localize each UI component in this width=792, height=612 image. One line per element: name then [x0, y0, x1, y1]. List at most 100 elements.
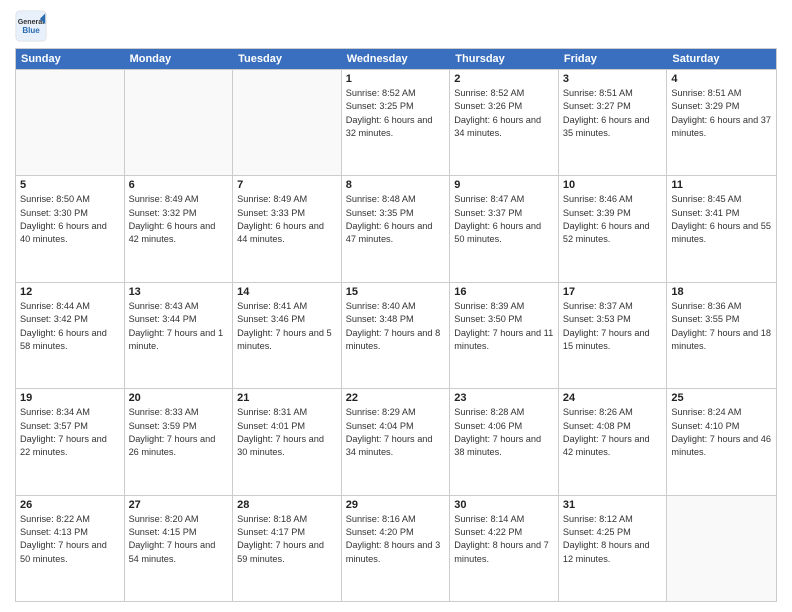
- cal-cell-3-5: 16Sunrise: 8:39 AMSunset: 3:50 PMDayligh…: [450, 283, 559, 388]
- day-number: 7: [237, 179, 337, 191]
- cal-cell-4-3: 21Sunrise: 8:31 AMSunset: 4:01 PMDayligh…: [233, 389, 342, 494]
- cal-cell-3-4: 15 Sunrise: 8:40 AMSunset: 3:48 PMDayligh…: [342, 283, 451, 388]
- cal-cell-4-1: 19 Sunrise: 8:34 AMSunset: 3:57 PMDayligh…: [16, 389, 125, 494]
- calendar-body: 1 Sunrise: 8:52 AMSunset: 3:25 PMDaylight…: [16, 69, 776, 601]
- calendar: SundayMondayTuesdayWednesdayThursdayFrid…: [15, 48, 777, 602]
- cal-cell-4-5: 23 Sunrise: 8:28 AMSunset: 4:06 PMDayligh…: [450, 389, 559, 494]
- cal-cell-2-6: 10 Sunrise: 8:46 AMSunset: 3:39 PMDayligh…: [559, 176, 668, 281]
- day-number: 14: [237, 286, 337, 298]
- day-header-wednesday: Wednesday: [342, 49, 451, 69]
- day-number: 18: [671, 286, 772, 298]
- cal-cell-2-3: 7 Sunrise: 8:49 AMSunset: 3:33 PMDaylight…: [233, 176, 342, 281]
- day-number: 30: [454, 499, 554, 511]
- cal-cell-5-3: 28Sunrise: 8:18 AMSunset: 4:17 PMDayligh…: [233, 496, 342, 601]
- cal-cell-1-7: 4Sunrise: 8:51 AMSunset: 3:29 PMDaylight…: [667, 70, 776, 175]
- day-number: 1: [346, 73, 446, 85]
- day-number: 4: [671, 73, 772, 85]
- day-info: Sunrise: 8:36 AMSunset: 3:55 PMDaylight:…: [671, 300, 772, 353]
- cal-cell-5-2: 27Sunrise: 8:20 AMSunset: 4:15 PMDayligh…: [125, 496, 234, 601]
- day-number: 25: [671, 392, 772, 404]
- week-row-3: 12Sunrise: 8:44 AMSunset: 3:42 PMDayligh…: [16, 282, 776, 388]
- day-info: Sunrise: 8:20 AMSunset: 4:15 PMDaylight:…: [129, 513, 229, 566]
- cal-cell-4-2: 20Sunrise: 8:33 AMSunset: 3:59 PMDayligh…: [125, 389, 234, 494]
- cal-cell-1-5: 2 Sunrise: 8:52 AMSunset: 3:26 PMDaylight…: [450, 70, 559, 175]
- cal-cell-5-5: 30Sunrise: 8:14 AMSunset: 4:22 PMDayligh…: [450, 496, 559, 601]
- day-info: Sunrise: 8:22 AMSunset: 4:13 PMDaylight:…: [20, 513, 120, 566]
- day-header-sunday: Sunday: [16, 49, 125, 69]
- day-header-thursday: Thursday: [450, 49, 559, 69]
- day-number: 26: [20, 499, 120, 511]
- cal-cell-3-3: 14 Sunrise: 8:41 AMSunset: 3:46 PMDayligh…: [233, 283, 342, 388]
- cal-cell-3-7: 18 Sunrise: 8:36 AMSunset: 3:55 PMDayligh…: [667, 283, 776, 388]
- cal-cell-4-7: 25 Sunrise: 8:24 AMSunset: 4:10 PMDayligh…: [667, 389, 776, 494]
- day-info: Sunrise: 8:40 AMSunset: 3:48 PMDaylight:…: [346, 300, 446, 353]
- day-info: Sunrise: 8:12 AMSunset: 4:25 PMDaylight:…: [563, 513, 663, 566]
- day-info: Sunrise: 8:47 AMSunset: 3:37 PMDaylight:…: [454, 193, 554, 246]
- logo: General Blue: [15, 10, 47, 42]
- day-number: 10: [563, 179, 663, 191]
- cal-cell-3-1: 12Sunrise: 8:44 AMSunset: 3:42 PMDayligh…: [16, 283, 125, 388]
- cal-cell-5-7: [667, 496, 776, 601]
- day-number: 23: [454, 392, 554, 404]
- day-info: Sunrise: 8:48 AMSunset: 3:35 PMDaylight:…: [346, 193, 446, 246]
- cal-cell-2-2: 6 Sunrise: 8:49 AMSunset: 3:32 PMDaylight…: [125, 176, 234, 281]
- day-number: 17: [563, 286, 663, 298]
- day-header-tuesday: Tuesday: [233, 49, 342, 69]
- cal-cell-2-7: 11Sunrise: 8:45 AMSunset: 3:41 PMDayligh…: [667, 176, 776, 281]
- week-row-1: 1 Sunrise: 8:52 AMSunset: 3:25 PMDaylight…: [16, 69, 776, 175]
- cal-cell-2-4: 8 Sunrise: 8:48 AMSunset: 3:35 PMDaylight…: [342, 176, 451, 281]
- day-info: Sunrise: 8:28 AMSunset: 4:06 PMDaylight:…: [454, 406, 554, 459]
- cal-cell-4-6: 24 Sunrise: 8:26 AMSunset: 4:08 PMDayligh…: [559, 389, 668, 494]
- day-info: Sunrise: 8:52 AMSunset: 3:25 PMDaylight:…: [346, 87, 446, 140]
- cal-cell-5-1: 26 Sunrise: 8:22 AMSunset: 4:13 PMDayligh…: [16, 496, 125, 601]
- week-row-4: 19 Sunrise: 8:34 AMSunset: 3:57 PMDayligh…: [16, 388, 776, 494]
- day-info: Sunrise: 8:43 AMSunset: 3:44 PMDaylight:…: [129, 300, 229, 353]
- day-info: Sunrise: 8:24 AMSunset: 4:10 PMDaylight:…: [671, 406, 772, 459]
- day-number: 29: [346, 499, 446, 511]
- day-info: Sunrise: 8:26 AMSunset: 4:08 PMDaylight:…: [563, 406, 663, 459]
- day-info: Sunrise: 8:49 AMSunset: 3:33 PMDaylight:…: [237, 193, 337, 246]
- day-info: Sunrise: 8:50 AMSunset: 3:30 PMDaylight:…: [20, 193, 120, 246]
- day-info: Sunrise: 8:52 AMSunset: 3:26 PMDaylight:…: [454, 87, 554, 140]
- day-number: 13: [129, 286, 229, 298]
- day-number: 5: [20, 179, 120, 191]
- cal-cell-1-3: [233, 70, 342, 175]
- day-number: 6: [129, 179, 229, 191]
- week-row-2: 5 Sunrise: 8:50 AMSunset: 3:30 PMDaylight…: [16, 175, 776, 281]
- cal-cell-2-1: 5 Sunrise: 8:50 AMSunset: 3:30 PMDaylight…: [16, 176, 125, 281]
- day-info: Sunrise: 8:46 AMSunset: 3:39 PMDaylight:…: [563, 193, 663, 246]
- day-info: Sunrise: 8:34 AMSunset: 3:57 PMDaylight:…: [20, 406, 120, 459]
- day-header-friday: Friday: [559, 49, 668, 69]
- day-number: 8: [346, 179, 446, 191]
- day-number: 19: [20, 392, 120, 404]
- day-info: Sunrise: 8:49 AMSunset: 3:32 PMDaylight:…: [129, 193, 229, 246]
- day-header-monday: Monday: [125, 49, 234, 69]
- day-number: 22: [346, 392, 446, 404]
- day-number: 21: [237, 392, 337, 404]
- logo-icon: General Blue: [15, 10, 47, 42]
- day-info: Sunrise: 8:45 AMSunset: 3:41 PMDaylight:…: [671, 193, 772, 246]
- day-info: Sunrise: 8:16 AMSunset: 4:20 PMDaylight:…: [346, 513, 446, 566]
- day-info: Sunrise: 8:51 AMSunset: 3:27 PMDaylight:…: [563, 87, 663, 140]
- day-info: Sunrise: 8:39 AMSunset: 3:50 PMDaylight:…: [454, 300, 554, 353]
- day-number: 2: [454, 73, 554, 85]
- day-info: Sunrise: 8:29 AMSunset: 4:04 PMDaylight:…: [346, 406, 446, 459]
- day-info: Sunrise: 8:18 AMSunset: 4:17 PMDaylight:…: [237, 513, 337, 566]
- cal-cell-3-6: 17 Sunrise: 8:37 AMSunset: 3:53 PMDayligh…: [559, 283, 668, 388]
- day-info: Sunrise: 8:37 AMSunset: 3:53 PMDaylight:…: [563, 300, 663, 353]
- day-info: Sunrise: 8:44 AMSunset: 3:42 PMDaylight:…: [20, 300, 120, 353]
- day-number: 3: [563, 73, 663, 85]
- calendar-header: SundayMondayTuesdayWednesdayThursdayFrid…: [16, 49, 776, 69]
- week-row-5: 26 Sunrise: 8:22 AMSunset: 4:13 PMDayligh…: [16, 495, 776, 601]
- day-number: 15: [346, 286, 446, 298]
- svg-text:General: General: [18, 18, 45, 26]
- day-number: 24: [563, 392, 663, 404]
- cal-cell-1-2: [125, 70, 234, 175]
- day-number: 9: [454, 179, 554, 191]
- day-number: 20: [129, 392, 229, 404]
- day-number: 31: [563, 499, 663, 511]
- cal-cell-1-4: 1 Sunrise: 8:52 AMSunset: 3:25 PMDaylight…: [342, 70, 451, 175]
- day-info: Sunrise: 8:41 AMSunset: 3:46 PMDaylight:…: [237, 300, 337, 353]
- cal-cell-1-1: [16, 70, 125, 175]
- cal-cell-1-6: 3 Sunrise: 8:51 AMSunset: 3:27 PMDaylight…: [559, 70, 668, 175]
